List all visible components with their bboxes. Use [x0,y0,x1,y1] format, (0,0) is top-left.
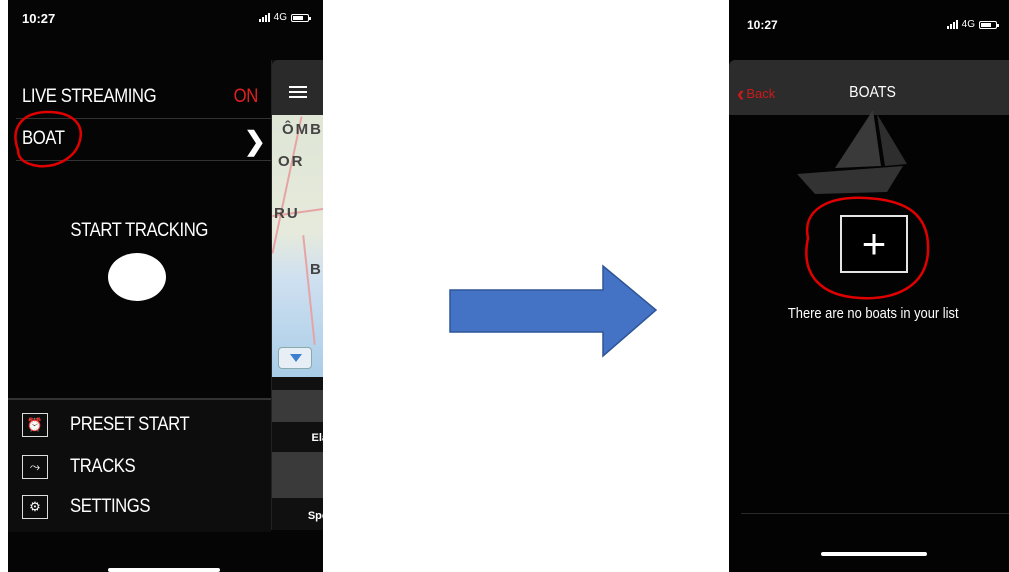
gear-icon: ⚙ [22,495,48,519]
status-time: 10:27 [747,18,778,32]
status-indicators: 4G [946,19,999,30]
battery-icon [291,13,311,22]
divider [16,118,272,119]
map-header [272,60,323,115]
start-tracking-button[interactable] [108,253,166,301]
empty-list-message: There are no boats in your list [787,305,959,322]
battery-icon [979,20,999,29]
network-type: 4G [273,12,287,23]
status-bar: 10:27 4G [729,0,1009,40]
map-label: B [310,261,323,278]
signal-icon [258,13,270,22]
divider [16,160,272,161]
menu-item-settings[interactable]: ⚙ SETTINGS [22,494,161,520]
left-phone-screen: 10:27 4G LIVE STREAMING ON BOAT ❯ START … [8,0,323,572]
live-streaming-label: LIVE STREAMING [22,86,157,107]
menu-item-label: PRESET START [70,414,190,435]
live-streaming-row[interactable]: LIVE STREAMING ON [22,86,258,110]
map-border-line [302,235,316,345]
hamburger-menu-icon[interactable] [289,86,307,101]
live-streaming-state[interactable]: ON [234,86,259,108]
status-indicators: 4G [258,12,311,23]
status-bar: 10:27 4G [8,0,323,40]
home-indicator [108,568,220,572]
panel-block [272,390,323,422]
bottom-menu: ⏰ PRESET START ⤳ TRACKS ⚙ SETTINGS [8,398,271,532]
right-phone-screen: 10:27 4G ‹ Back BOATS + There are no boa… [729,0,1009,572]
chevron-right-icon[interactable]: ❯ [244,126,266,157]
divider [741,513,1009,514]
map-side-panel[interactable]: ÔMB OR RU B Ela Spe [271,60,323,530]
map-label: OR [278,153,305,170]
panel-block [272,452,323,498]
menu-item-label: TRACKS [70,456,136,477]
add-boat-button[interactable]: + [840,215,908,273]
network-type: 4G [961,19,975,30]
location-compass-icon[interactable] [278,347,312,369]
track-path-icon: ⤳ [22,455,48,479]
boat-row[interactable]: BOAT [22,128,240,152]
signal-icon [946,20,958,29]
map-label: ÔMB [282,121,323,138]
home-indicator [821,552,927,556]
menu-item-preset-start[interactable]: ⏰ PRESET START [22,412,205,438]
right-arrow-icon [449,264,658,358]
alarm-clock-icon: ⏰ [22,413,48,437]
navigation-bar: ‹ Back BOATS [729,60,1009,115]
page-title: BOATS [849,84,897,101]
panel-label: Spe [307,510,323,522]
menu-item-tracks[interactable]: ⤳ TRACKS [22,454,144,480]
start-tracking-label: START TRACKING [70,220,208,241]
panel-label: Ela [311,432,323,444]
boat-label: BOAT [22,128,65,149]
status-time: 10:27 [22,11,56,26]
map-label: RU [274,205,300,222]
map-view[interactable]: ÔMB OR RU B [272,115,323,377]
menu-item-label: SETTINGS [70,496,151,517]
sailboat-icon [797,110,907,194]
